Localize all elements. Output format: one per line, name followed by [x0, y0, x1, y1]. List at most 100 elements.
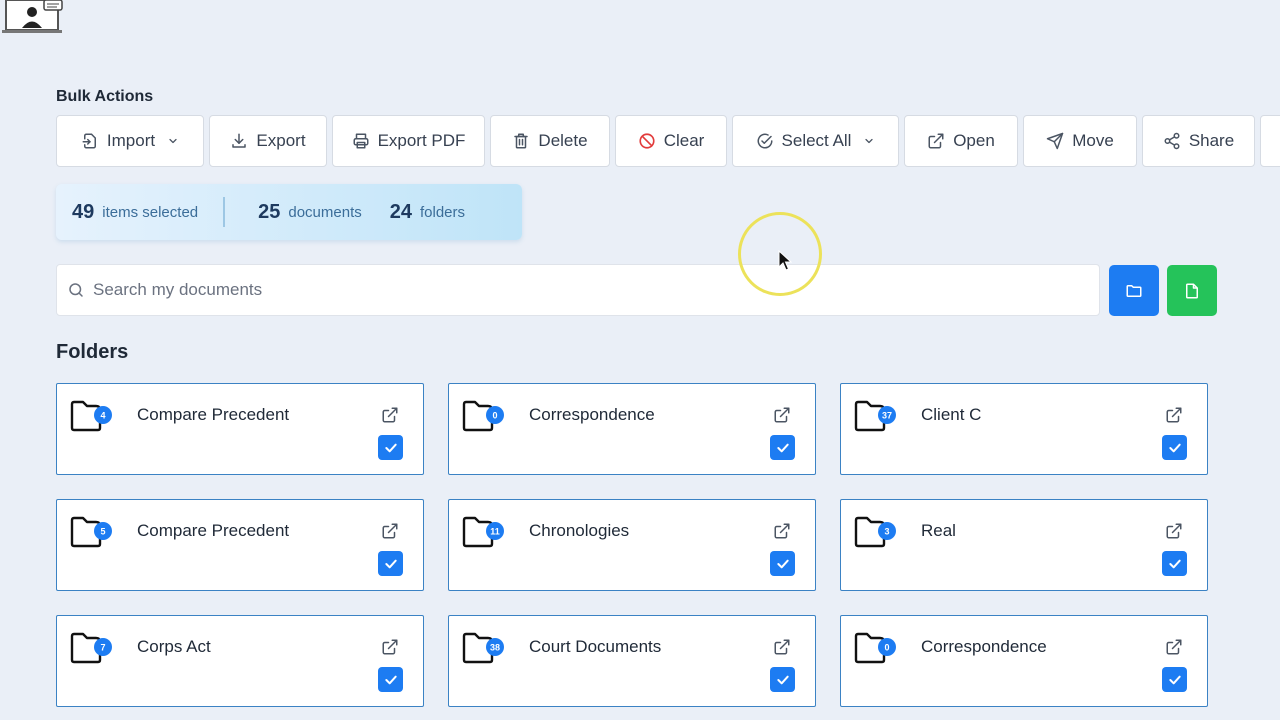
- documents-count: 25: [258, 200, 281, 223]
- export-pdf-label: Export PDF: [377, 131, 466, 150]
- folder-select-checkbox[interactable]: [1162, 667, 1187, 692]
- external-link-icon[interactable]: [381, 522, 399, 540]
- folder-card[interactable]: 4 Compare Precedent: [56, 383, 424, 475]
- folder-item-count: 38: [490, 643, 500, 653]
- share-label: Share: [1188, 131, 1235, 150]
- folder-card[interactable]: 0 Correspondence: [448, 383, 816, 475]
- export-pdf-button[interactable]: Export PDF: [332, 115, 485, 167]
- export-button[interactable]: Export: [209, 115, 327, 167]
- folder-item-count: 37: [882, 411, 892, 421]
- send-icon: [1046, 132, 1064, 150]
- folder-select-checkbox[interactable]: [378, 667, 403, 692]
- chevron-down-icon: [865, 138, 874, 144]
- folder-icon: 5: [70, 516, 112, 548]
- folder-icon: 37: [854, 400, 896, 432]
- bulk-actions-title: Bulk Actions: [56, 88, 154, 105]
- folder-select-checkbox[interactable]: [1162, 435, 1187, 460]
- delete-button[interactable]: Delete: [490, 115, 610, 167]
- checkmark-icon: [384, 675, 397, 684]
- share-button[interactable]: Share: [1142, 115, 1255, 167]
- more-actions-button[interactable]: [1260, 115, 1280, 167]
- move-label: Move: [1072, 131, 1114, 150]
- checkmark-icon: [776, 443, 789, 452]
- folder-name: Compare Precedent: [137, 405, 290, 424]
- folder-card[interactable]: 5 Compare Precedent: [56, 499, 424, 591]
- folder-card[interactable]: 37 Client C: [840, 383, 1208, 475]
- folders-count: 24: [389, 200, 412, 223]
- folder-item-count: 11: [490, 527, 500, 537]
- folder-icon: [1126, 284, 1142, 297]
- import-label: Import: [106, 131, 156, 150]
- items-selected-label: items selected: [102, 203, 199, 221]
- folder-icon: 3: [854, 516, 896, 548]
- folder-icon: 0: [462, 400, 504, 432]
- checkmark-icon: [1168, 675, 1181, 684]
- bulk-actions-toolbar: Import Export Export PDF Delete Clear Se…: [56, 115, 1280, 167]
- export-label: Export: [256, 131, 306, 150]
- documents-label: documents: [288, 203, 362, 221]
- external-link-icon[interactable]: [381, 406, 399, 424]
- folder-item-count: 5: [100, 527, 105, 537]
- folder-icon: 0: [854, 632, 896, 664]
- import-button[interactable]: Import: [56, 115, 204, 167]
- external-link-icon: [928, 133, 944, 149]
- folder-name: Court Documents: [529, 637, 662, 656]
- folder-name: Chronologies: [529, 521, 630, 540]
- new-folder-button[interactable]: [1109, 265, 1159, 316]
- select-all-label: Select All: [781, 131, 852, 150]
- folder-card[interactable]: 0 Correspondence: [840, 615, 1208, 707]
- clear-button[interactable]: Clear: [615, 115, 727, 167]
- move-button[interactable]: Move: [1023, 115, 1137, 167]
- clear-label: Clear: [663, 131, 705, 150]
- summary-divider: [223, 197, 226, 227]
- presentation-user-icon: [2, 0, 63, 33]
- folder-select-checkbox[interactable]: [1162, 551, 1187, 576]
- folder-icon: 11: [462, 516, 504, 548]
- checkmark-icon: [1168, 559, 1181, 568]
- folder-card[interactable]: 11 Chronologies: [448, 499, 816, 591]
- folder-name: Client C: [921, 405, 982, 424]
- external-link-icon[interactable]: [381, 638, 399, 656]
- search-input[interactable]: [91, 279, 995, 301]
- check-circle-icon: [757, 133, 773, 149]
- folders-heading: Folders: [56, 341, 129, 363]
- mouse-pointer-icon: [778, 250, 792, 271]
- search-icon: [69, 283, 83, 297]
- external-link-icon[interactable]: [773, 406, 791, 424]
- new-document-button[interactable]: [1167, 265, 1217, 316]
- external-link-icon[interactable]: [773, 522, 791, 540]
- checkmark-icon: [776, 675, 789, 684]
- folder-select-checkbox[interactable]: [378, 435, 403, 460]
- external-link-icon[interactable]: [773, 638, 791, 656]
- folder-select-checkbox[interactable]: [770, 667, 795, 692]
- folder-select-checkbox[interactable]: [770, 551, 795, 576]
- folder-card[interactable]: 38 Court Documents: [448, 615, 816, 707]
- printer-icon: [353, 133, 369, 149]
- selection-summary: 49 items selected 25 documents 24 folder…: [56, 184, 522, 240]
- select-all-button[interactable]: Select All: [732, 115, 899, 167]
- folder-icon: 7: [70, 632, 112, 664]
- folder-card[interactable]: 3 Real: [840, 499, 1208, 591]
- folder-icon: 4: [70, 400, 112, 432]
- folder-select-checkbox[interactable]: [378, 551, 403, 576]
- folder-item-count: 3: [884, 527, 889, 537]
- chevron-down-icon: [169, 138, 177, 144]
- external-link-icon[interactable]: [1165, 522, 1183, 540]
- ban-icon: [639, 133, 655, 149]
- external-link-icon[interactable]: [1165, 638, 1183, 656]
- share-icon: [1164, 132, 1180, 150]
- folder-name: Real: [921, 521, 956, 540]
- file-icon: [1186, 283, 1198, 298]
- folder-item-count: 0: [884, 643, 889, 653]
- folder-card[interactable]: 7 Corps Act: [56, 615, 424, 707]
- folder-name: Corps Act: [137, 637, 211, 656]
- checkmark-icon: [776, 559, 789, 568]
- delete-label: Delete: [538, 131, 588, 150]
- folder-select-checkbox[interactable]: [770, 435, 795, 460]
- open-button[interactable]: Open: [904, 115, 1018, 167]
- search-bar: [56, 264, 1100, 316]
- folders-label: folders: [420, 203, 466, 221]
- external-link-icon[interactable]: [1165, 406, 1183, 424]
- folder-icon: 38: [462, 632, 504, 664]
- folder-name: Compare Precedent: [137, 521, 290, 540]
